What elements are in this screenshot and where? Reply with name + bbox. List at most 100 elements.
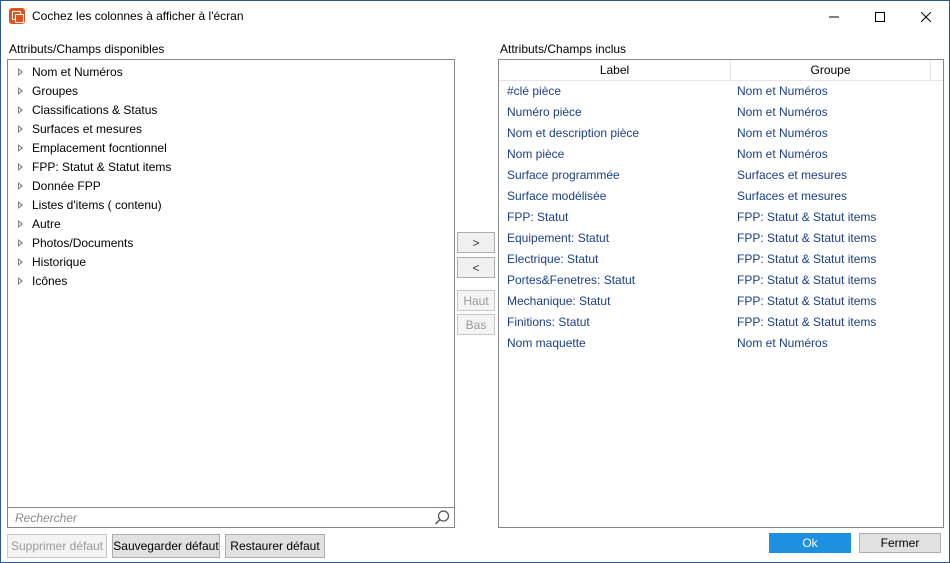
search-input[interactable]: [8, 508, 428, 527]
row-label-cell: Numéro pièce: [507, 105, 582, 119]
tree-item-label: Historique: [32, 254, 87, 269]
tree-item[interactable]: Donnée FPP: [18, 176, 101, 195]
table-row[interactable]: Equipement: Statut FPP: Statut & Statut …: [499, 228, 943, 249]
table-row[interactable]: Surface programmée Surfaces et mesures: [499, 165, 943, 186]
row-label-cell: Nom maquette: [507, 336, 586, 350]
expand-arrow-icon[interactable]: [18, 219, 23, 228]
tree-item[interactable]: Listes d'items ( contenu): [18, 195, 162, 214]
move-down-button[interactable]: Bas: [457, 314, 495, 335]
tree-item-label: Nom et Numéros: [32, 64, 123, 79]
row-group-cell: Nom et Numéros: [737, 336, 828, 350]
row-label-cell: Nom et description pièce: [507, 126, 640, 140]
tree-item-label: Emplacement focntionnel: [32, 140, 167, 155]
available-fields-heading: Attributs/Champs disponibles: [9, 42, 165, 56]
move-up-button[interactable]: Haut: [457, 290, 495, 311]
app-logo-icon: [9, 8, 25, 24]
tree-item[interactable]: Autre: [18, 214, 61, 233]
minimize-icon: [829, 16, 839, 17]
table-row[interactable]: FPP: Statut FPP: Statut & Statut items: [499, 207, 943, 228]
tree-item[interactable]: Icônes: [18, 271, 67, 290]
table-row[interactable]: #clé pièce Nom et Numéros: [499, 81, 943, 102]
tree-item-label: Donnée FPP: [32, 178, 101, 193]
window-title: Cochez les colonnes à afficher à l'écran: [32, 9, 244, 23]
expand-arrow-icon[interactable]: [18, 276, 23, 285]
included-fields-heading: Attributs/Champs inclus: [500, 42, 627, 56]
tree-item[interactable]: FPP: Statut & Statut items: [18, 157, 171, 176]
table-row[interactable]: Numéro pièce Nom et Numéros: [499, 102, 943, 123]
tree-item[interactable]: Groupes: [18, 81, 78, 100]
row-label-cell: Equipement: Statut: [507, 231, 610, 245]
row-group-cell: Nom et Numéros: [737, 105, 828, 119]
close-button[interactable]: Fermer: [859, 533, 941, 553]
tree-item-label: Surfaces et mesures: [32, 121, 143, 136]
row-group-cell: FPP: Statut & Statut items: [737, 252, 877, 266]
expand-arrow-icon[interactable]: [18, 238, 23, 247]
column-header-group[interactable]: Groupe: [731, 60, 931, 80]
row-group-cell: Surfaces et mesures: [737, 168, 848, 182]
tree-item[interactable]: Surfaces et mesures: [18, 119, 142, 138]
row-label-cell: Surface modélisée: [507, 189, 607, 203]
ok-button[interactable]: Ok: [769, 533, 851, 553]
tree-item[interactable]: Historique: [18, 252, 86, 271]
tree-item-label: Photos/Documents: [32, 235, 134, 250]
available-fields-tree: Nom et Numéros Groupes Classifications &…: [7, 59, 455, 528]
tree-item[interactable]: Classifications & Status: [18, 100, 157, 119]
tree-item[interactable]: Photos/Documents: [18, 233, 133, 252]
expand-arrow-icon[interactable]: [18, 257, 23, 266]
tree-item-label: Groupes: [32, 83, 79, 98]
row-group-cell: FPP: Statut & Statut items: [737, 273, 877, 287]
save-default-button[interactable]: Sauvegarder défaut: [112, 534, 220, 558]
grid-header: Label Groupe: [499, 60, 943, 81]
maximize-icon: [875, 11, 885, 22]
search-icon[interactable]: [433, 509, 451, 527]
close-icon: [921, 11, 931, 22]
table-row[interactable]: Portes&Fenetres: Statut FPP: Statut & St…: [499, 270, 943, 291]
expand-arrow-icon[interactable]: [18, 86, 23, 95]
expand-arrow-icon[interactable]: [18, 181, 23, 190]
expand-arrow-icon[interactable]: [18, 67, 23, 76]
row-group-cell: Nom et Numéros: [737, 126, 828, 140]
table-row[interactable]: Surface modélisée Surfaces et mesures: [499, 186, 943, 207]
tree-item-label: Icônes: [32, 273, 68, 288]
expand-arrow-icon[interactable]: [18, 162, 23, 171]
row-label-cell: FPP: Statut: [507, 210, 569, 224]
table-row[interactable]: Nom et description pièce Nom et Numéros: [499, 123, 943, 144]
add-field-button[interactable]: >: [457, 232, 495, 253]
row-label-cell: #clé pièce: [507, 84, 562, 98]
table-row[interactable]: Nom pièce Nom et Numéros: [499, 144, 943, 165]
tree-item-label: Listes d'items ( contenu): [32, 197, 162, 212]
expand-arrow-icon[interactable]: [18, 200, 23, 209]
minimize-button[interactable]: [811, 1, 857, 32]
row-label-cell: Portes&Fenetres: Statut: [507, 273, 636, 287]
search-bar: [8, 507, 454, 527]
table-row[interactable]: Mechanique: Statut FPP: Statut & Statut …: [499, 291, 943, 312]
table-row[interactable]: Nom maquette Nom et Numéros: [499, 333, 943, 354]
title-bar: Cochez les colonnes à afficher à l'écran: [1, 1, 949, 32]
row-label-cell: Surface programmée: [507, 168, 620, 182]
row-group-cell: FPP: Statut & Statut items: [737, 294, 877, 308]
row-group-cell: Surfaces et mesures: [737, 189, 848, 203]
expand-arrow-icon[interactable]: [18, 105, 23, 114]
tree-item[interactable]: Nom et Numéros: [18, 62, 123, 81]
row-group-cell: FPP: Statut & Statut items: [737, 315, 877, 329]
expand-arrow-icon[interactable]: [18, 143, 23, 152]
row-group-cell: Nom et Numéros: [737, 84, 828, 98]
row-label-cell: Finitions: Statut: [507, 315, 590, 329]
dialog-window: Cochez les colonnes à afficher à l'écran…: [0, 0, 950, 563]
close-window-button[interactable]: [903, 1, 949, 32]
row-group-cell: Nom et Numéros: [737, 147, 828, 161]
row-label-cell: Nom pièce: [507, 147, 565, 161]
restore-default-button[interactable]: Restaurer défaut: [225, 534, 325, 558]
column-header-label[interactable]: Label: [499, 60, 731, 80]
tree-item-label: FPP: Statut & Statut items: [32, 159, 172, 174]
remove-field-button[interactable]: <: [457, 257, 495, 278]
expand-arrow-icon[interactable]: [18, 124, 23, 133]
tree-item-label: Autre: [32, 216, 61, 231]
row-group-cell: FPP: Statut & Statut items: [737, 231, 877, 245]
table-row[interactable]: Finitions: Statut FPP: Statut & Statut i…: [499, 312, 943, 333]
tree-item[interactable]: Emplacement focntionnel: [18, 138, 167, 157]
table-row[interactable]: Electrique: Statut FPP: Statut & Statut …: [499, 249, 943, 270]
delete-default-button[interactable]: Supprimer défaut: [7, 534, 107, 558]
row-label-cell: Mechanique: Statut: [507, 294, 611, 308]
maximize-button[interactable]: [857, 1, 903, 32]
